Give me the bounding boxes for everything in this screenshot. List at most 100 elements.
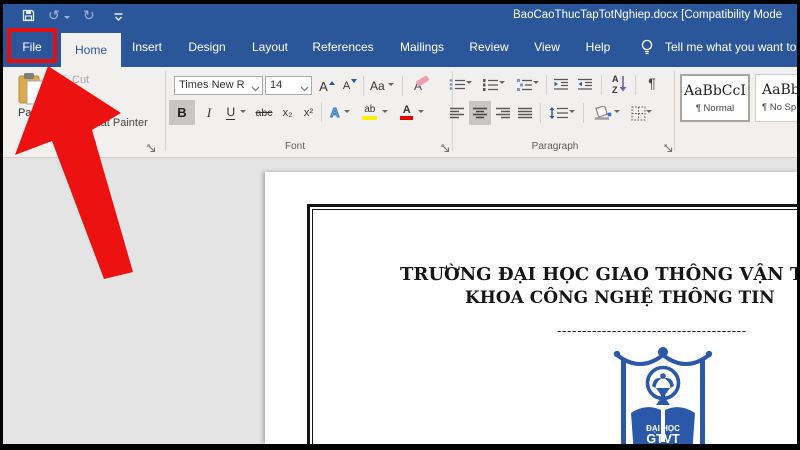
align-center-button[interactable] [469,101,491,125]
show-marks-button[interactable]: ¶ [643,72,661,94]
chevron-down-icon [388,83,394,89]
group-separator [674,71,675,151]
tab-layout[interactable]: Layout [252,28,288,67]
title-bar: ↺ ↻ BaoCaoThucTapTotNghiep.docx [Compati… [3,4,797,28]
justify-button[interactable] [515,101,535,125]
format-painter-button[interactable]: Format Painter [75,117,148,129]
highlight-bar-icon [362,116,377,121]
font-size-value: 14 [270,79,282,91]
chevron-down-icon [466,81,472,87]
subscript-button[interactable]: x₂ [278,100,297,125]
style-normal[interactable]: AaBbCcI ¶ Normal [680,74,750,122]
tab-home[interactable]: Home [61,33,121,67]
tab-insert[interactable]: Insert [132,28,162,67]
eraser-icon [415,75,429,87]
sort-button[interactable]: AZ [605,71,631,97]
chevron-down-icon [533,81,539,87]
tab-mailings[interactable]: Mailings [400,28,444,67]
decrease-indent-button[interactable] [551,73,571,95]
svg-text:GTVT: GTVT [646,432,680,444]
window-title: BaoCaoThucTapTotNghiep.docx [Compatibili… [513,9,782,21]
mini-separator [321,102,322,122]
style-no-spacing[interactable]: AaBb ¶ No Sp [755,74,797,122]
chevron-down-icon [499,81,505,87]
gtvt-logo: ĐẠI HỌC GTVT [608,347,718,444]
multilevel-list-button[interactable] [513,73,541,95]
tab-review[interactable]: Review [469,28,508,67]
paragraph-dialog-launcher-icon[interactable] [664,141,674,159]
highlight-color-button[interactable]: ab [358,100,392,125]
chevron-down-icon [344,110,350,116]
tab-help[interactable]: Help [586,28,611,67]
shrink-arrow-icon [351,79,357,86]
tab-references[interactable]: References [312,28,373,67]
paragraph-group-label: Paragraph [532,141,579,152]
qat-customize-icon[interactable] [113,10,124,27]
svg-text:Z: Z [612,85,618,95]
font-size-combo[interactable]: 14 [265,76,312,95]
chevron-down-icon[interactable] [251,83,260,95]
style-name-text: ¶ No Sp [756,102,797,113]
grow-font-button[interactable]: A [318,75,336,97]
chevron-down-icon [614,110,620,116]
paste-icon[interactable] [18,72,45,110]
borders-button[interactable] [625,101,657,125]
font-color-button[interactable]: A [395,100,429,125]
grow-arrow-icon [329,78,335,85]
svg-text:A: A [612,74,619,84]
style-sample-text: AaBbCcI [682,83,748,99]
change-case-button[interactable]: Aa [367,75,397,97]
italic-button[interactable]: I [199,100,219,125]
font-color-bar-icon [400,116,413,121]
underline-button[interactable]: U [221,100,251,125]
cut-icon: ✂ [56,70,67,86]
clear-formatting-button[interactable]: A [406,75,430,97]
strikethrough-button[interactable]: abc [252,100,276,125]
cut-button[interactable]: Cut [72,74,89,86]
ribbon: Paste ✂ Cut Format Painter Clipboard Tim… [3,67,797,158]
clipboard-dialog-launcher-icon[interactable] [147,141,157,159]
chevron-down-icon[interactable] [300,83,309,95]
undo-icon[interactable]: ↺ [48,7,60,24]
app-screen: ↺ ↻ BaoCaoThucTapTotNghiep.docx [Compati… [3,4,797,444]
font-name-value: Times New R [179,79,245,91]
undo-dropdown-icon[interactable] [64,16,70,22]
chevron-down-icon [646,110,652,116]
mini-separator [363,76,364,96]
increase-indent-button[interactable] [575,73,595,95]
tab-view[interactable]: View [534,28,560,67]
paste-dropdown-icon[interactable] [26,124,32,130]
clipboard-group-label: Clipboard [54,141,97,152]
line-spacing-button[interactable] [545,101,577,125]
bold-button[interactable]: B [169,100,195,125]
tell-me-box[interactable]: Tell me what you want to [665,28,796,67]
paste-button[interactable]: Paste [18,107,46,119]
mini-separator [583,103,584,123]
font-dialog-launcher-icon[interactable] [441,141,451,159]
align-left-button[interactable] [447,101,467,125]
document-heading-1: TRƯỜNG ĐẠI HỌC GIAO THÔNG VẬN TẢI T [400,264,797,285]
chevron-down-icon [418,110,424,116]
font-name-combo[interactable]: Times New R [174,76,263,95]
document-page[interactable]: TRƯỜNG ĐẠI HỌC GIAO THÔNG VẬN TẢI T KHOA… [265,172,797,444]
lightbulb-icon [640,39,654,61]
tab-design[interactable]: Design [188,28,225,67]
redo-icon[interactable]: ↻ [83,7,95,24]
group-separator [165,71,166,151]
shading-button[interactable] [589,101,623,125]
mini-separator [540,103,541,123]
text-effects-button[interactable]: A [325,100,355,125]
bullets-button[interactable] [447,73,473,95]
file-button-highlight [7,28,57,63]
align-right-button[interactable] [493,101,513,125]
superscript-button[interactable]: x² [299,100,318,125]
shrink-font-button[interactable]: A [341,75,359,97]
word-window: ↺ ↻ BaoCaoThucTapTotNghiep.docx [Compati… [0,0,800,450]
chevron-down-icon [240,110,246,116]
chevron-down-icon [382,110,388,116]
document-heading-2: KHOA CÔNG NGHỆ THÔNG TIN [465,288,775,308]
save-icon[interactable] [22,9,35,26]
mini-separator [635,75,636,95]
style-name-text: ¶ Normal [682,103,748,114]
numbering-button[interactable] [480,73,506,95]
